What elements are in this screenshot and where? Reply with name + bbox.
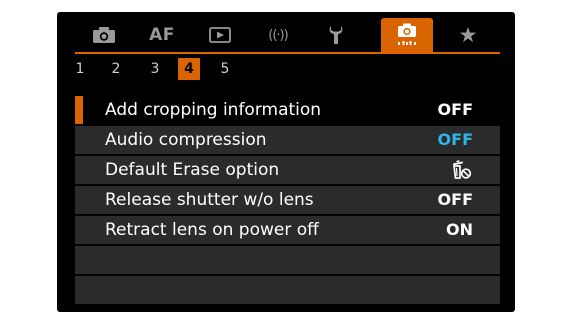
star-icon: ★ — [458, 22, 478, 47]
playback-icon — [209, 27, 231, 43]
wrench-icon — [329, 26, 343, 44]
menu-item-release-shutter-without-lens[interactable]: Release shutter w/o lens OFF — [75, 186, 500, 214]
menu-item-label: Default Erase option — [105, 160, 280, 180]
menu-item-retract-lens-on-power-off[interactable]: Retract lens on power off ON — [75, 216, 500, 244]
menu-item-value: ON — [446, 220, 473, 239]
menu-item-default-erase-option[interactable]: Default Erase option — [75, 156, 500, 184]
custom-function-camera-icon — [398, 23, 416, 45]
wireless-icon: ((·)) — [268, 27, 288, 43]
camera-menu-screen: AF ((·)) ★ 1 2 3 4 5 Add cropping inform… — [57, 12, 515, 312]
af-icon: AF — [149, 25, 175, 45]
menu-item-label: Retract lens on power off — [105, 220, 319, 240]
tab-shooting[interactable] — [81, 18, 127, 52]
page-selector: 1 2 3 4 5 — [75, 56, 500, 82]
page-3[interactable]: 3 — [144, 58, 166, 80]
menu-item-audio-compression[interactable]: Audio compression OFF — [75, 126, 500, 154]
menu-item-empty — [75, 276, 500, 304]
tab-wireless[interactable]: ((·)) — [255, 18, 301, 52]
menu-item-empty — [75, 246, 500, 274]
menu-item-add-cropping-information[interactable]: Add cropping information OFF — [75, 96, 500, 124]
tab-custom-functions[interactable] — [381, 18, 433, 52]
menu-item-label: Add cropping information — [105, 100, 322, 120]
erase-cancel-icon — [452, 160, 472, 179]
menu-item-label: Release shutter w/o lens — [105, 190, 314, 210]
menu-item-value — [433, 156, 473, 184]
page-5[interactable]: 5 — [214, 58, 236, 80]
tab-setup[interactable] — [313, 18, 359, 52]
menu-item-label: Audio compression — [105, 130, 267, 150]
tab-playback[interactable] — [197, 18, 243, 52]
camera-icon — [93, 27, 115, 43]
page-1[interactable]: 1 — [69, 58, 91, 80]
menu-item-value: OFF — [437, 100, 473, 119]
tab-my-menu[interactable]: ★ — [445, 18, 491, 52]
menu-item-value: OFF — [437, 190, 473, 209]
menu-list: Add cropping information OFF Audio compr… — [75, 96, 500, 306]
menu-tab-bar: AF ((·)) ★ — [75, 18, 500, 52]
tab-underline — [75, 52, 500, 54]
menu-item-value: OFF — [437, 130, 473, 149]
tab-af[interactable]: AF — [139, 18, 185, 52]
page-2[interactable]: 2 — [105, 58, 127, 80]
page-4[interactable]: 4 — [178, 58, 200, 80]
